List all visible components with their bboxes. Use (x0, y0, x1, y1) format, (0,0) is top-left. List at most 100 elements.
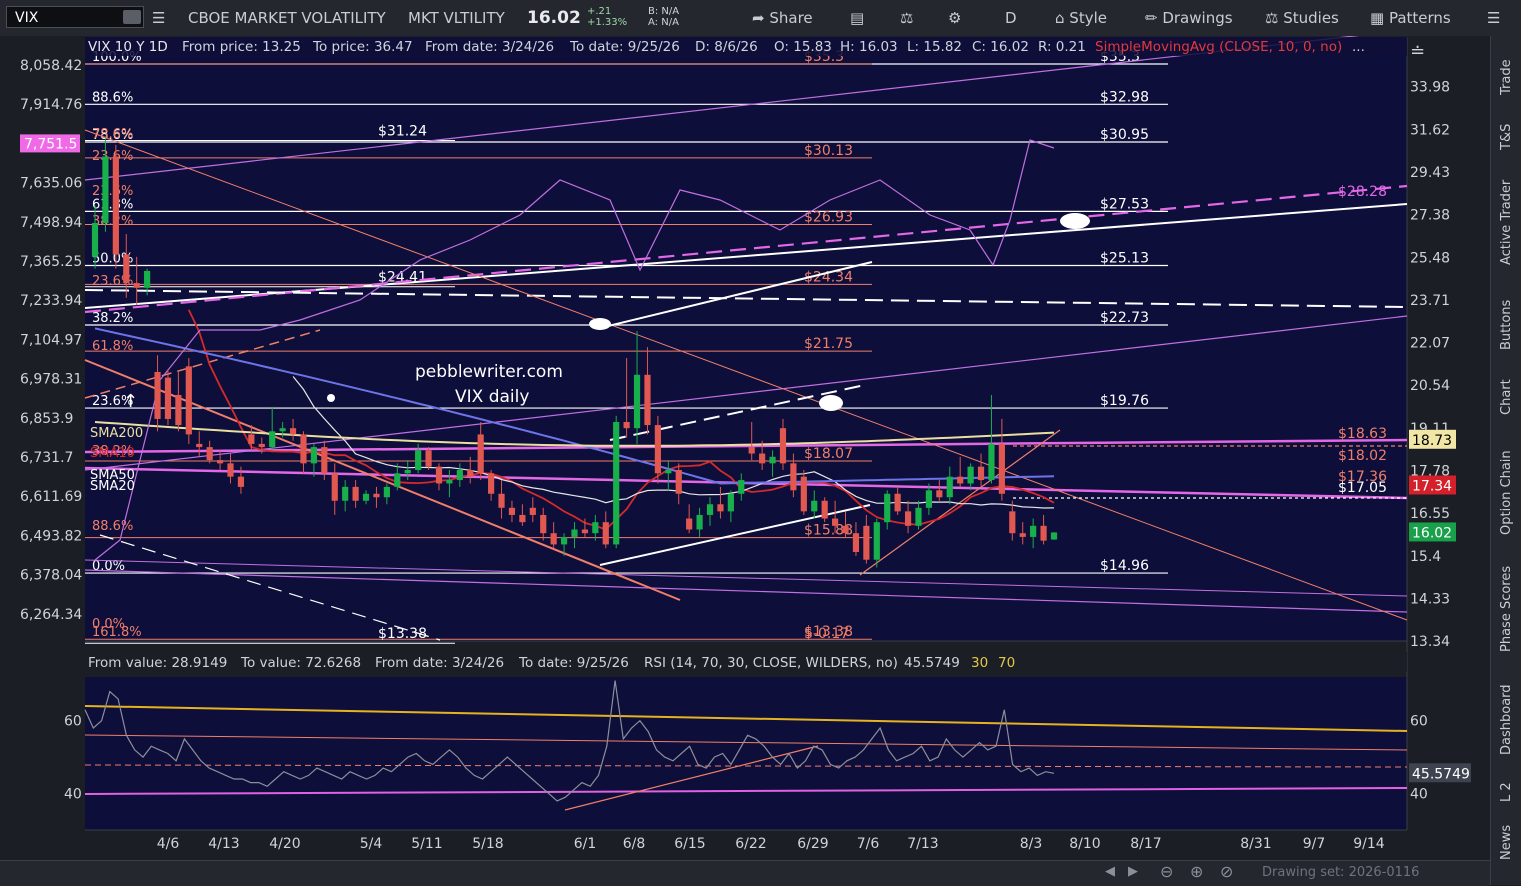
symbol-dropdown-icon[interactable] (123, 10, 141, 24)
bid: B: N/A (648, 6, 680, 17)
candle-body (342, 486, 349, 501)
candle-body (248, 434, 255, 444)
candle-body (686, 518, 693, 530)
candle-body (1019, 533, 1026, 537)
share-button[interactable]: ➦ Share (752, 0, 813, 36)
toolbar: VIX ☰ CBOE MARKET VOLATILITY MKT VLTILIT… (0, 0, 1521, 37)
candle-body (654, 425, 661, 474)
price-badge-text: 16.02 (1412, 525, 1452, 541)
rsi-panel[interactable] (85, 677, 1407, 830)
x-axis-tick: 6/22 (735, 836, 766, 852)
right-axis-tick: 20.54 (1410, 378, 1450, 394)
right-axis-tick: 29.43 (1410, 165, 1450, 181)
fib2-level-price: $18.07 (804, 446, 853, 462)
rsi-to-date: To date: 9/25/26 (518, 655, 629, 671)
ma-label: SMA10 (90, 446, 135, 461)
left-axis-tick: 6,853.9 (20, 411, 73, 427)
menu-icon[interactable]: ☰ (1487, 0, 1500, 36)
marker-ellipse (589, 318, 611, 330)
side-tab-label: News (1499, 824, 1514, 860)
pct-change: +1.33% (587, 17, 628, 28)
scroll-right-icon[interactable]: ▶ (1128, 864, 1138, 879)
candle-body (102, 156, 109, 223)
mark-price: $31.24 (378, 123, 427, 139)
style-label: Style (1069, 9, 1107, 27)
flask-icon[interactable]: ⚖ (900, 0, 913, 36)
left-axis-tick: 7,914.76 (20, 97, 82, 113)
gear-icon[interactable]: ⚙ (948, 0, 961, 36)
zoom-out-icon[interactable]: ⊖ (1160, 862, 1173, 881)
side-tab-label: Chart (1499, 379, 1514, 415)
candle-body (164, 377, 172, 419)
candle-body (915, 507, 922, 526)
candle-body (779, 428, 787, 464)
symbol-input[interactable]: VIX (6, 6, 144, 28)
side-tab-label: Trade (1499, 59, 1514, 95)
fib-level-pct: 38.2% (92, 311, 133, 326)
studies-button[interactable]: ⚖ Studies (1265, 0, 1339, 36)
right-axis-tick: 14.33 (1410, 592, 1450, 608)
candle-body (488, 473, 495, 494)
link-icon[interactable]: ☰ (152, 0, 165, 36)
open-value: O: 15.83 (774, 39, 832, 55)
candle-body (227, 463, 234, 477)
fib-level-price: $25.13 (1100, 250, 1149, 266)
drawings-button[interactable]: ✏ Drawings (1145, 0, 1233, 36)
chart-svg[interactable]: 100.0% $35.388.6% $32.9878.6% $30.9561.8% $2… (0, 29, 1490, 860)
rsi-os: 30 (971, 655, 988, 671)
candle-body (373, 493, 380, 498)
candle-body (759, 453, 766, 464)
left-axis-tick: 6,378.04 (20, 568, 82, 584)
rsi-value: 45.5749 (904, 655, 960, 671)
zoom-in-icon[interactable]: ⊕ (1190, 862, 1203, 881)
drawings-label: Drawings (1162, 9, 1233, 27)
candle-body (435, 466, 443, 484)
side-tab-label: Active Trader (1499, 179, 1514, 265)
side-tab-label: L 2 (1499, 782, 1514, 802)
rsi-study-label[interactable]: RSI (14, 70, 30, CLOSE, WILDERS, no) (644, 655, 898, 671)
candle-body (633, 374, 641, 429)
candle-body (1050, 532, 1058, 540)
marker-dot (327, 394, 335, 402)
patterns-button[interactable]: ▦ Patterns (1370, 0, 1451, 36)
candle-body (123, 254, 130, 283)
scroll-left-icon[interactable]: ◀ (1105, 864, 1115, 879)
zoom-reset-icon[interactable]: ⊘ (1220, 862, 1233, 881)
candle-body (352, 486, 359, 501)
more-indicator: ... (1352, 39, 1365, 55)
candle-body (362, 493, 370, 501)
pencil-icon: ✏ (1145, 9, 1163, 27)
right-axis-tick: 22.07 (1410, 335, 1450, 351)
side-tab-label: Dashboard (1499, 684, 1514, 755)
up-arrow-icon: ↑ (123, 391, 138, 412)
fib-level-price: $27.53 (1100, 196, 1149, 212)
share-icon: ➦ (752, 9, 770, 27)
drawing-set-label[interactable]: Drawing set: 2026-0116 (1262, 865, 1419, 880)
left-axis-tick: 7,233.94 (20, 293, 82, 309)
left-axis-tick: 6,493.82 (20, 528, 82, 544)
candle-body (112, 156, 119, 255)
x-axis-tick: 5/11 (411, 836, 442, 852)
x-axis-tick: 8/17 (1130, 836, 1161, 852)
period-button[interactable]: D (1005, 0, 1017, 36)
drawing-tool-icon[interactable]: ≐ (1410, 41, 1425, 62)
candle-body (738, 480, 745, 494)
chart-area[interactable]: 100.0% $35.3 88.6% $32.98 78.6% $30.95 61.8% $2… (0, 29, 1490, 860)
left-axis-tick: 6,611.69 (20, 489, 82, 505)
right-axis-tick: 16.55 (1410, 506, 1450, 522)
candle-body (456, 469, 463, 481)
right-axis-tick: 33.98 (1410, 80, 1450, 96)
style-button[interactable]: ⌂ Style (1055, 0, 1107, 36)
candle-body (904, 511, 912, 526)
candle-body (842, 525, 849, 534)
candle-body (623, 422, 630, 429)
x-axis-tick: 5/4 (360, 836, 383, 852)
x-axis-tick: 7/13 (907, 836, 938, 852)
last-price: 16.02 (527, 8, 581, 28)
x-axis-tick: 8/3 (1020, 836, 1043, 852)
left-axis-tick: 7,498.94 (20, 215, 82, 231)
to-date: To date: 9/25/26 (569, 39, 680, 55)
fib2-level-price: $-0.17 (804, 626, 849, 642)
study-label[interactable]: SimpleMovingAvg (CLOSE, 10, 0, no) (1095, 39, 1342, 55)
grid-setup-icon[interactable]: ▤ (850, 0, 864, 36)
